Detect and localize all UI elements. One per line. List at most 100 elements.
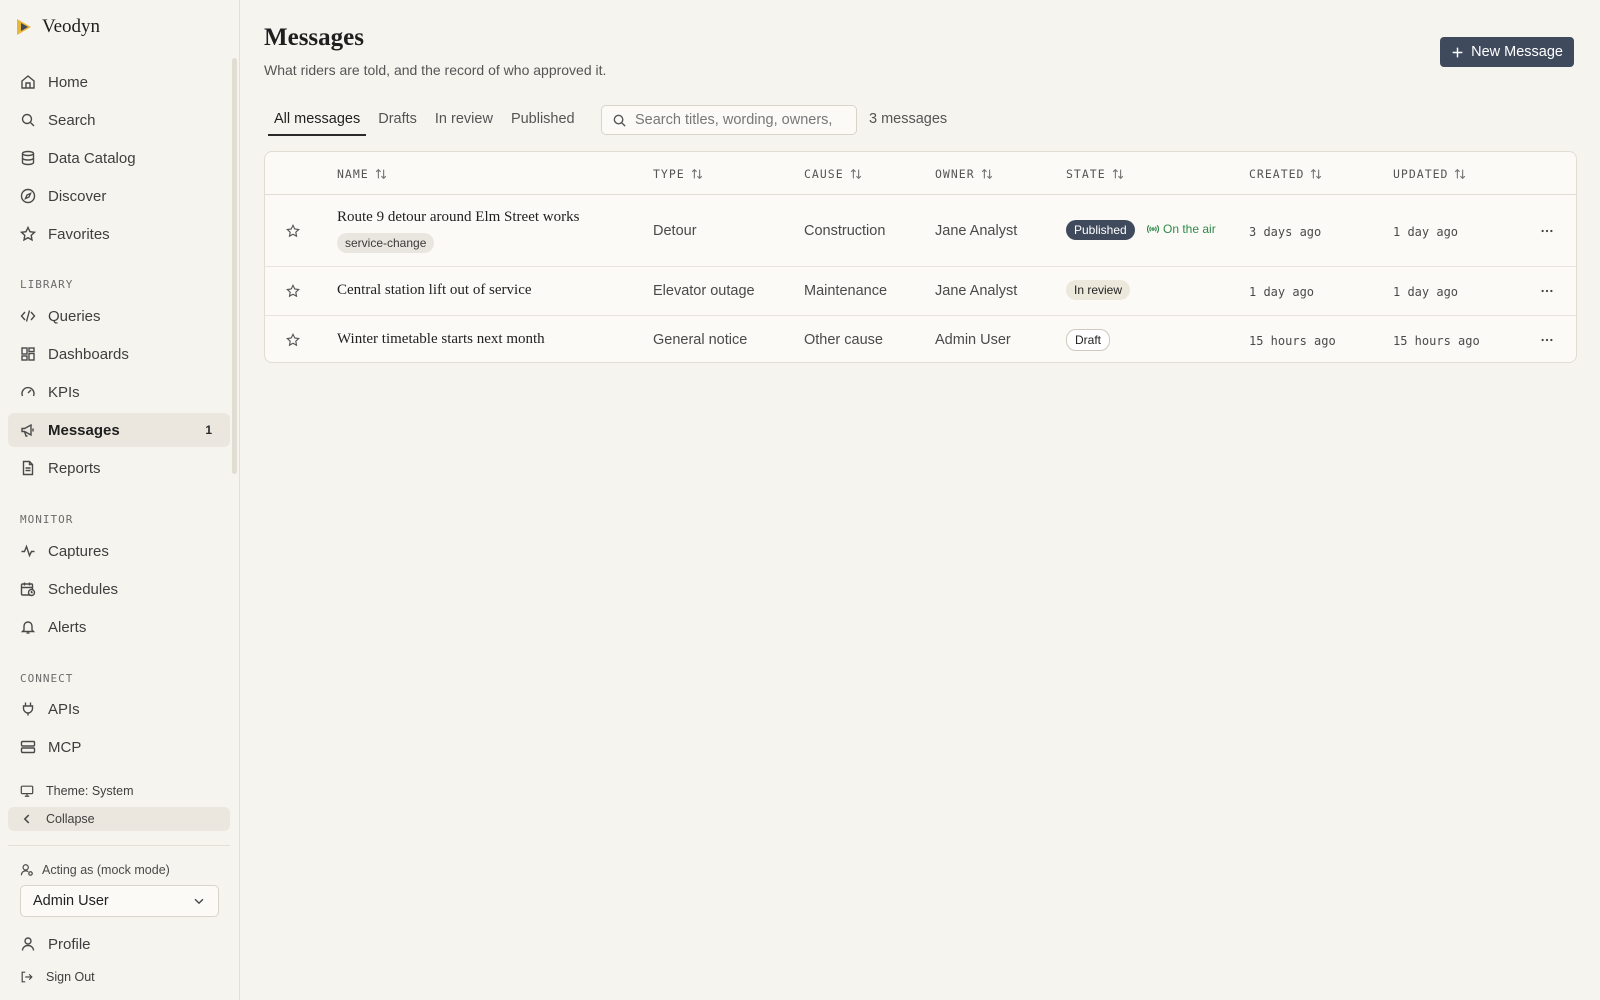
message-owner: Jane Analyst: [935, 223, 1018, 239]
megaphone-icon: [21, 423, 34, 437]
message-name[interactable]: Route 9 detour around Elm Street works: [337, 209, 579, 226]
more-options-icon[interactable]: [1540, 284, 1554, 298]
column-header-owner[interactable]: OWNER: [935, 167, 994, 181]
column-header-created[interactable]: CREATED: [1249, 167, 1323, 181]
user-cog-icon: [20, 864, 33, 876]
message-created: 3 days ago: [1249, 225, 1322, 239]
chevron-down-icon: [194, 898, 204, 905]
column-header-name[interactable]: NAME: [337, 167, 388, 181]
database-icon: [21, 150, 35, 166]
sidebar-item-home[interactable]: Home: [8, 65, 230, 99]
messages-count-badge: 1: [205, 423, 212, 437]
sidebar-item-captures[interactable]: Captures: [8, 534, 230, 568]
sidebar-item-profile[interactable]: Profile: [8, 927, 230, 961]
more-options-icon[interactable]: [1540, 333, 1554, 347]
tab-published[interactable]: Published: [505, 103, 581, 136]
status-badge: In review: [1066, 280, 1131, 300]
broadcast-icon: [1147, 224, 1159, 234]
sidebar-item-label: MCP: [48, 738, 82, 756]
table-row[interactable]: Route 9 detour around Elm Street works s…: [265, 195, 1576, 267]
sidebar-item-label: Queries: [48, 307, 101, 325]
sidebar-item-label: Home: [48, 73, 89, 91]
sidebar-item-queries[interactable]: Queries: [8, 299, 230, 333]
sidebar-item-label: KPIs: [48, 383, 80, 401]
favorite-star-icon[interactable]: [286, 284, 300, 298]
bell-icon: [20, 621, 36, 634]
sidebar-item-reports[interactable]: Reports: [8, 451, 230, 485]
sidebar-item-schedules[interactable]: Schedules: [8, 572, 230, 606]
sort-icon: [1455, 168, 1466, 180]
message-created: 15 hours ago: [1249, 334, 1336, 348]
sidebar-scrollbar[interactable]: [232, 58, 237, 474]
server-icon: [20, 740, 36, 754]
brand[interactable]: Veodyn: [14, 16, 100, 38]
acting-user-select[interactable]: Admin User: [20, 885, 219, 917]
column-header-type[interactable]: TYPE: [653, 167, 704, 181]
sidebar-item-apis[interactable]: APIs: [8, 692, 230, 726]
sidebar-item-kpis[interactable]: KPIs: [8, 375, 230, 409]
column-header-cause[interactable]: CAUSE: [804, 167, 863, 181]
more-options-icon[interactable]: [1540, 224, 1554, 238]
table-row[interactable]: Winter timetable starts next month Gener…: [265, 316, 1576, 363]
dashboard-icon: [21, 347, 35, 361]
app-name: Veodyn: [42, 16, 101, 37]
sort-icon: [1112, 168, 1123, 180]
message-name[interactable]: Winter timetable starts next month: [337, 331, 545, 348]
status-badge: Published: [1066, 220, 1135, 240]
sidebar-item-messages[interactable]: Messages 1: [8, 413, 230, 447]
sidebar-item-label: Search: [48, 111, 96, 129]
home-icon: [21, 75, 35, 89]
monitor-icon: [20, 785, 34, 797]
message-name[interactable]: Central station lift out of service: [337, 282, 532, 299]
column-header-updated[interactable]: UPDATED: [1393, 167, 1467, 181]
collapse-button[interactable]: Collapse: [8, 807, 230, 831]
favorite-star-icon[interactable]: [286, 224, 300, 238]
message-created: 1 day ago: [1249, 285, 1315, 299]
sidebar: Veodyn Home Search Data Catalog Discover…: [0, 0, 240, 1000]
sidebar-item-label: Messages: [48, 421, 120, 439]
message-tag: service-change: [337, 233, 435, 253]
search-input[interactable]: [635, 112, 835, 128]
document-icon: [22, 460, 34, 476]
sidebar-item-label: Reports: [48, 459, 101, 477]
search-box[interactable]: [601, 105, 857, 135]
sort-icon: [981, 168, 992, 180]
sidebar-item-discover[interactable]: Discover: [8, 179, 230, 213]
sign-out-icon: [21, 971, 33, 983]
theme-toggle[interactable]: Theme: System: [8, 779, 230, 803]
sidebar-item-label: Discover: [48, 187, 107, 205]
tab-all-messages[interactable]: All messages: [268, 103, 367, 136]
sidebar-item-dashboards[interactable]: Dashboards: [8, 337, 230, 371]
favorite-star-icon[interactable]: [286, 333, 300, 347]
sidebar-item-label: Data Catalog: [48, 149, 136, 167]
messages-table: NAME TYPE CAUSE OWNER STATE CREATED UPDA…: [264, 151, 1577, 363]
sidebar-item-alerts[interactable]: Alerts: [8, 610, 230, 644]
sort-icon: [375, 168, 386, 180]
tab-drafts[interactable]: Drafts: [372, 103, 423, 136]
acting-user-value: Admin User: [33, 893, 109, 909]
message-updated: 1 day ago: [1393, 225, 1459, 239]
user-icon: [21, 937, 35, 951]
sidebar-item-label: Alerts: [48, 618, 87, 636]
plus-icon: [1452, 47, 1463, 57]
sidebar-item-favorites[interactable]: Favorites: [8, 217, 230, 251]
sidebar-item-mcp[interactable]: MCP: [8, 730, 230, 764]
section-label-monitor: MONITOR: [20, 513, 74, 526]
search-icon: [21, 113, 35, 127]
new-message-button[interactable]: New Message: [1440, 37, 1574, 67]
tab-in-review[interactable]: In review: [429, 103, 499, 136]
table-row[interactable]: Central station lift out of service Elev…: [265, 267, 1576, 316]
chevron-left-icon: [23, 814, 30, 824]
sort-icon: [1311, 168, 1322, 180]
sidebar-item-data-catalog[interactable]: Data Catalog: [8, 141, 230, 175]
tab-bar: All messages Drafts In review Published: [268, 103, 587, 136]
message-count: 3 messages: [869, 111, 948, 127]
message-owner: Admin User: [935, 332, 1011, 348]
sidebar-item-sign-out[interactable]: Sign Out: [8, 965, 230, 989]
sidebar-item-search[interactable]: Search: [8, 103, 230, 137]
gauge-icon: [21, 386, 35, 397]
message-updated: 1 day ago: [1393, 285, 1459, 299]
sort-icon: [850, 168, 861, 180]
activity-icon: [21, 544, 35, 558]
column-header-state[interactable]: STATE: [1066, 167, 1125, 181]
